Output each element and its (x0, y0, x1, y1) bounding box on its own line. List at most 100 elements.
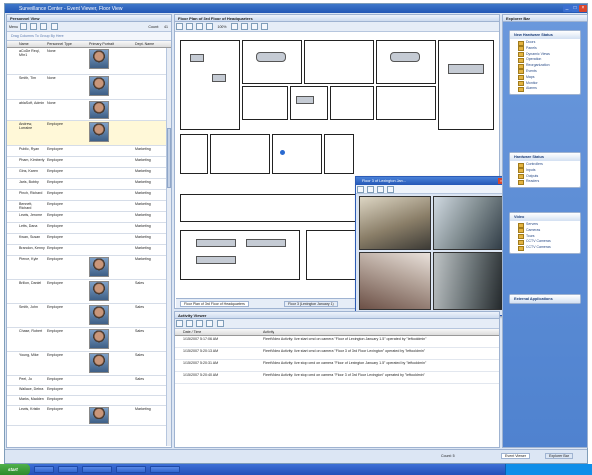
table-row[interactable]: Bennett, Richard Employee Marketing (7, 201, 166, 212)
layer-icon[interactable] (230, 23, 238, 30)
card-icon[interactable] (40, 23, 48, 30)
sort-up-icon[interactable] (186, 320, 194, 327)
grid-scrollbar[interactable] (166, 48, 171, 446)
col-datetime[interactable]: Date / Time (183, 330, 201, 334)
table-row[interactable]: Lewis, Jerome Employee Marketing (7, 212, 166, 223)
table-row[interactable]: Wallace, Debra Employee (7, 386, 166, 396)
col-activity[interactable]: Activity (263, 330, 274, 334)
video-titlebar[interactable]: Floor 3 of Lexington Jan... (356, 177, 506, 185)
desk (190, 54, 204, 62)
explorer-item[interactable]: CCTV Cameras (510, 244, 580, 251)
menu-label[interactable]: Menu (9, 25, 18, 29)
sort-down-icon[interactable] (196, 320, 204, 327)
table-row[interactable]: Brillon, Daniel Employee Sales (7, 280, 166, 304)
row-type: Employee (47, 202, 63, 206)
taskbar-task[interactable] (58, 466, 78, 473)
filter-icon[interactable] (50, 23, 58, 30)
taskbar-task[interactable] (34, 466, 54, 473)
play-icon[interactable] (357, 186, 364, 193)
conference-table (256, 52, 286, 62)
camera-marker-icon[interactable] (280, 150, 285, 155)
table-row[interactable]: Andrew, Lorraine Employee (7, 121, 166, 146)
tab-floor3[interactable]: Floor 3 (Lexington January 1) (284, 301, 338, 307)
snapshot-icon[interactable] (377, 186, 385, 193)
tab-explorer-bar[interactable]: Explorer Bar (545, 453, 573, 459)
layout-icon[interactable] (387, 186, 395, 193)
row-name: Brandon, Kenny (19, 246, 45, 250)
table-row[interactable]: Letts, Dana Employee Marketing (7, 223, 166, 234)
table-row[interactable]: Smith, Tim None (7, 75, 166, 100)
video-window[interactable]: Floor 3 of Lexington Jan... × (355, 176, 507, 316)
zoom-out-icon[interactable] (206, 23, 214, 30)
taskbar-task[interactable] (116, 466, 146, 473)
stop-icon[interactable] (367, 186, 375, 193)
taskbar-task[interactable] (82, 466, 112, 473)
taskbar-task[interactable] (150, 466, 180, 473)
col-dept[interactable]: Dept. Name (135, 42, 154, 46)
zoom-level[interactable]: 100% (218, 25, 227, 29)
table-row[interactable]: Marks, Madden Employee (7, 396, 166, 406)
close-button[interactable]: × (579, 5, 587, 12)
col-portrait[interactable]: Primary Portrait (89, 42, 114, 46)
table-row[interactable]: Gins, Karen Employee Marketing (7, 168, 166, 179)
table-row[interactable]: Kwan, Susan Employee Marketing (7, 234, 166, 245)
explorer-section-title[interactable]: Video (510, 213, 580, 221)
table-row[interactable]: Public, Ryan Employee Marketing (7, 146, 166, 157)
floorplan-toolbar: 100% (175, 22, 499, 32)
portrait-image (89, 281, 109, 301)
grid-icon[interactable] (30, 23, 38, 30)
table-row[interactable]: Lewis, Kristin Employee Marketing (7, 406, 166, 426)
table-row[interactable]: Peel, Jo Employee Sales (7, 376, 166, 386)
desk (448, 64, 484, 74)
camera-feed-1[interactable] (359, 196, 431, 250)
table-row[interactable]: Pinch, Richard Employee Marketing (7, 190, 166, 201)
camera-icon[interactable] (240, 23, 248, 30)
explorer-item[interactable]: Readers (510, 178, 580, 185)
new-icon[interactable] (20, 23, 28, 30)
pan-icon[interactable] (186, 23, 194, 30)
explorer-item[interactable]: Alarms (510, 85, 580, 92)
room-core-1 (242, 86, 288, 120)
filter-icon[interactable] (176, 320, 183, 327)
col-type[interactable]: Personnel Type (47, 42, 72, 46)
table-row[interactable]: Jaris, Bobby Employee Marketing (7, 179, 166, 190)
activity-row[interactable]: 1/15/2007 5:20:31 AM FleetVideo Activity:… (175, 360, 499, 372)
minimize-button[interactable]: _ (563, 5, 571, 12)
explorer-section-title[interactable]: New Hardware Status (510, 31, 580, 39)
explorer-section-title[interactable]: Hardware Status (510, 153, 580, 161)
camera-feed-2[interactable] (433, 196, 505, 250)
table-row[interactable]: aCoDe Reqi, Mhr1 None (7, 48, 166, 75)
table-row[interactable]: Brandon, Kenny Employee Marketing (7, 245, 166, 256)
col-name[interactable]: Name (19, 42, 29, 46)
start-button[interactable]: start (0, 464, 30, 475)
activity-row[interactable]: 1/15/2007 5:20:13 AM FleetVideo Activity:… (175, 348, 499, 360)
desk (196, 256, 236, 264)
row-name: ablaSoft, Admin (19, 101, 45, 105)
clear-icon[interactable] (206, 320, 214, 327)
table-row[interactable]: Pham, Kimberly Employee Marketing (7, 157, 166, 168)
refresh-icon[interactable] (260, 23, 268, 30)
pointer-icon[interactable] (176, 23, 183, 30)
row-name: Bennett, Richard (19, 202, 33, 210)
print-icon[interactable] (250, 23, 258, 30)
table-row[interactable]: ablaSoft, Admin None (7, 100, 166, 121)
explorer-section-title[interactable]: External Applications (510, 295, 580, 303)
row-type: Employee (47, 387, 63, 391)
table-row[interactable]: Pierce, Kyle Employee Marketing (7, 256, 166, 280)
count-value: 41 (164, 25, 168, 29)
row-name: Pham, Kimberly (19, 158, 45, 162)
tab-event-viewer[interactable]: Event Viewer (501, 453, 531, 459)
camera-feed-4[interactable] (433, 252, 505, 310)
zoom-in-icon[interactable] (196, 23, 204, 30)
tab-floorplan[interactable]: Floor Plan of 3rd Floor of Headquarters (180, 301, 249, 307)
activity-row[interactable]: 1/15/2007 5:17:06 AM FleetVideo Activity:… (175, 336, 499, 348)
table-row[interactable]: Smith, John Employee Sales (7, 304, 166, 328)
activity-row[interactable]: 1/15/2007 5:20:40 AM FleetVideo Activity:… (175, 372, 499, 384)
camera-feed-3[interactable] (359, 252, 431, 310)
group-by-area[interactable]: Drag Columns To Group By Here (7, 32, 171, 41)
export-icon[interactable] (216, 320, 224, 327)
scroll-thumb[interactable] (167, 128, 171, 188)
maximize-button[interactable]: □ (571, 5, 579, 12)
table-row[interactable]: Young, Mike Employee Sales (7, 352, 166, 376)
table-row[interactable]: Chase, Robert Employee Sales (7, 328, 166, 352)
